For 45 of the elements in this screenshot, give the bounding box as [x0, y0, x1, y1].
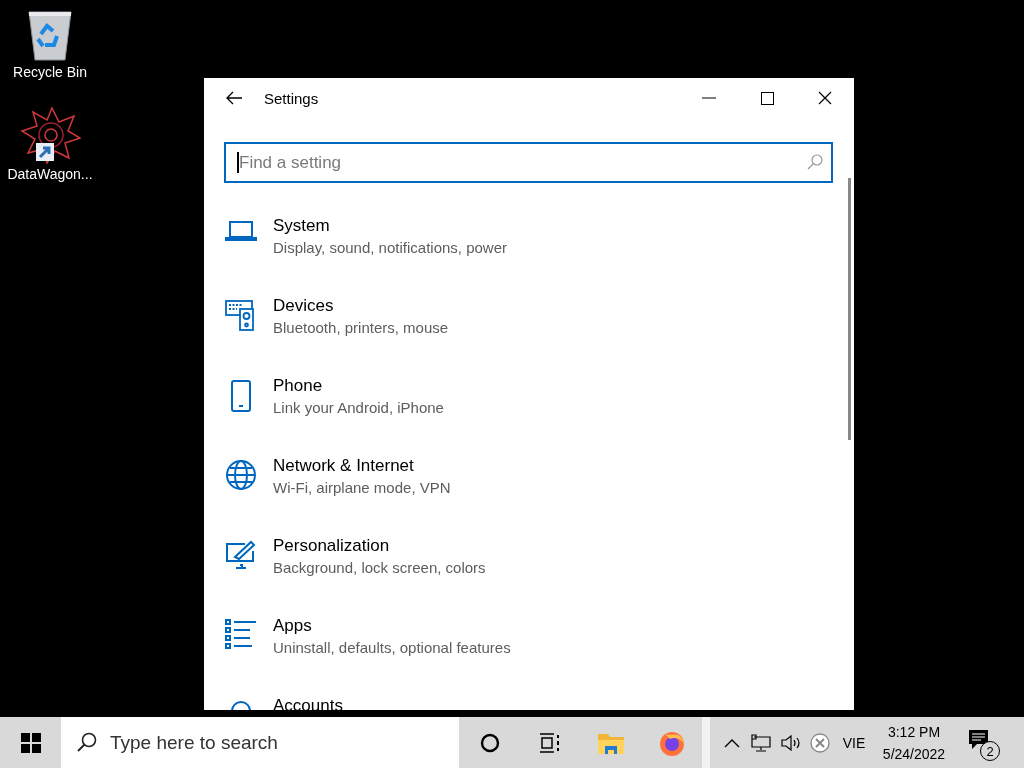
desktop-icon-label[interactable]: DataWagon...	[7, 166, 93, 182]
category-description: Link your Android, iPhone	[273, 398, 444, 418]
chevron-up-icon	[724, 737, 740, 748]
category-title[interactable]: Personalization	[273, 535, 486, 557]
category-description: Display, sound, notifications, power	[273, 238, 507, 258]
task-view-icon	[539, 732, 561, 753]
back-arrow-icon	[225, 91, 243, 105]
category-title[interactable]: System	[273, 215, 507, 237]
speaker-icon	[781, 734, 803, 751]
keyboard-speaker-icon	[225, 299, 257, 331]
search-field[interactable]: Find a setting	[224, 142, 833, 183]
monitor-brush-icon	[225, 539, 257, 569]
close-icon	[818, 91, 832, 105]
windows-logo-icon	[20, 732, 41, 753]
star-shortcut-icon	[19, 106, 81, 164]
category-description: Wi-Fi, airplane mode, VPN	[273, 478, 451, 498]
taskbar-search-field[interactable]: Type here to search	[61, 717, 459, 768]
notification-button[interactable]: 2	[954, 717, 1010, 768]
language-indicator[interactable]: VIE	[834, 734, 874, 751]
category-description: Bluetooth, printers, mouse	[273, 318, 449, 338]
desktop-icon-label[interactable]: Recycle Bin	[13, 64, 87, 80]
taskbar-separator	[702, 717, 710, 768]
clock[interactable]: 3:12 PM 5/24/2022	[874, 720, 954, 765]
category-description: Background, lock screen, colors	[273, 558, 486, 578]
category-title[interactable]: Network & Internet	[273, 455, 451, 477]
minimize-icon	[702, 97, 716, 99]
category-title[interactable]: Apps	[273, 615, 511, 637]
x-circle-icon	[810, 732, 830, 753]
recycle-bin-icon	[25, 8, 75, 62]
list-icon	[225, 619, 257, 649]
category-title[interactable]: Phone	[273, 375, 444, 397]
monitor-icon	[750, 733, 772, 752]
maximize-icon	[760, 91, 774, 105]
circle-icon	[479, 732, 500, 753]
search-icon	[807, 154, 823, 170]
category-title[interactable]: Devices	[273, 295, 449, 317]
scrollbar[interactable]	[848, 178, 851, 440]
notification-count: 2	[980, 741, 1000, 761]
window-title: Settings	[264, 89, 320, 107]
category-description: Uninstall, defaults, optional features	[273, 638, 511, 658]
phone-icon	[230, 379, 252, 413]
text-cursor	[237, 152, 239, 173]
laptop-icon	[225, 219, 257, 243]
globe-icon	[225, 459, 257, 491]
search-icon	[77, 732, 97, 752]
